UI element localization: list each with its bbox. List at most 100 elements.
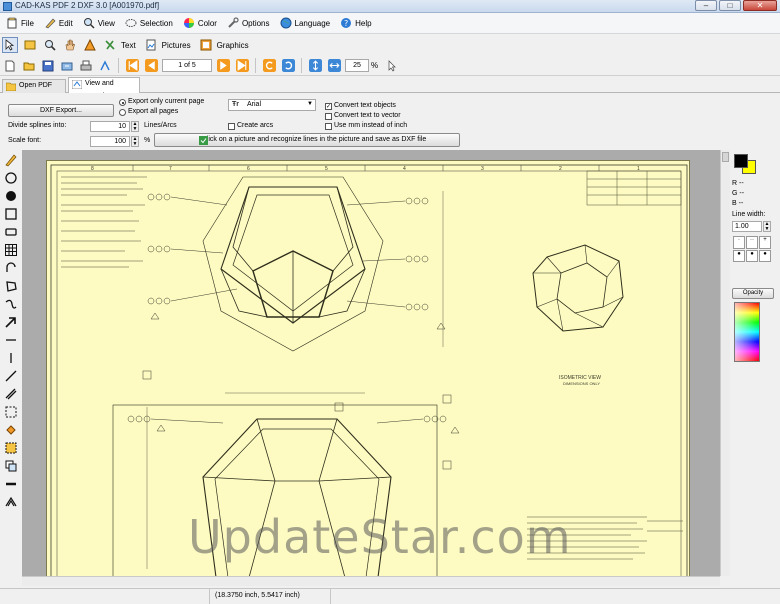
export-all-pages-radio[interactable] xyxy=(119,109,126,116)
thick-line-tool[interactable] xyxy=(3,476,19,492)
new-button[interactable] xyxy=(2,58,18,74)
pattern-icon xyxy=(5,442,17,454)
line-width-input[interactable]: 1.00 xyxy=(732,221,762,232)
recognize-lines-button[interactable]: Click on a picture and recognize lines i… xyxy=(154,133,460,147)
pencil-tool[interactable] xyxy=(3,152,19,168)
polygon-tool[interactable] xyxy=(3,278,19,294)
curve-tool[interactable] xyxy=(3,296,19,312)
font-select[interactable]: Ŧr Arial ▼ xyxy=(228,99,316,111)
line-style-option[interactable]: + xyxy=(759,236,771,249)
divide-splines-label: Divide splines into: xyxy=(8,122,67,129)
opacity-button[interactable]: Opacity xyxy=(732,288,774,299)
divide-splines-input[interactable]: 10 xyxy=(90,121,130,132)
arrow-tool[interactable] xyxy=(3,314,19,330)
first-page-button[interactable] xyxy=(124,58,140,74)
scale-font-stepper[interactable]: ▲ ▼ xyxy=(131,136,139,147)
divide-splines-stepper[interactable]: ▲ ▼ xyxy=(131,121,139,132)
app-icon xyxy=(3,2,12,11)
scroll-thumb[interactable] xyxy=(722,152,729,162)
select-tool-button[interactable] xyxy=(2,37,18,53)
menu-color[interactable]: Color xyxy=(181,15,219,31)
recognize-lines-label: Click on a picture and recognize lines i… xyxy=(201,136,427,143)
text-tool-label[interactable]: Text xyxy=(121,41,136,50)
fill-tool[interactable] xyxy=(3,422,19,438)
line-width-stepper[interactable]: ▲ ▼ xyxy=(763,221,771,232)
convert-text-objects-checkbox[interactable]: ✓ xyxy=(325,103,332,110)
horizontal-line-tool[interactable] xyxy=(3,332,19,348)
next-page-button[interactable] xyxy=(215,58,231,74)
side-view-frame xyxy=(112,404,438,576)
arc-tool[interactable] xyxy=(3,260,19,276)
vertical-scrollbar[interactable] xyxy=(720,150,730,576)
diagonal-line-tool[interactable] xyxy=(3,368,19,384)
previous-page-button[interactable] xyxy=(143,58,159,74)
rotate-left-button[interactable] xyxy=(261,58,277,74)
menu-help[interactable]: ? Help xyxy=(338,15,373,31)
warning-tool-button[interactable] xyxy=(82,37,98,53)
line-style-option[interactable]: ·· xyxy=(746,236,758,249)
filled-circle-tool[interactable] xyxy=(3,188,19,204)
circle-tool[interactable] xyxy=(3,170,19,186)
balloon-callouts xyxy=(127,193,447,423)
tab-view-and-export[interactable]: View and export xyxy=(68,77,140,99)
page-indicator[interactable]: 1 of 5 xyxy=(162,59,212,72)
menu-selection[interactable]: Selection xyxy=(123,15,175,31)
menu-file[interactable]: File xyxy=(4,15,36,31)
rectangle-tool[interactable] xyxy=(3,206,19,222)
scale-font-input[interactable]: 100 xyxy=(90,136,130,147)
use-mm-checkbox[interactable] xyxy=(325,123,332,130)
maximize-button[interactable]: □ xyxy=(719,0,741,11)
fit-width-button[interactable] xyxy=(326,58,342,74)
pan-tool-button[interactable] xyxy=(62,37,78,53)
text-tool-button[interactable] xyxy=(102,37,118,53)
table-tool[interactable] xyxy=(3,242,19,258)
line-style-option[interactable]: ● xyxy=(746,249,758,262)
open-button[interactable] xyxy=(21,58,37,74)
dxf-export-button[interactable]: DXF Export... xyxy=(8,104,114,117)
double-line-tool[interactable] xyxy=(3,386,19,402)
horizontal-scrollbar[interactable] xyxy=(22,576,720,586)
scanner-icon xyxy=(100,59,110,70)
copy-tool[interactable] xyxy=(3,458,19,474)
menu-options[interactable]: Options xyxy=(225,15,272,31)
convert-text-to-vector-checkbox[interactable] xyxy=(325,113,332,120)
graphics-tool-label[interactable]: Graphics xyxy=(217,41,249,50)
triangle-icon xyxy=(84,39,96,51)
rectangle-select-button[interactable] xyxy=(22,37,38,53)
vertical-line-tool[interactable] xyxy=(3,350,19,366)
rounded-rectangle-tool[interactable] xyxy=(3,224,19,240)
tab-open-pdf[interactable]: Open PDF file xyxy=(2,79,66,101)
menu-view[interactable]: View xyxy=(81,15,117,31)
pictures-tool-label[interactable]: Pictures xyxy=(162,41,191,50)
menu-language[interactable]: Language xyxy=(278,15,333,31)
create-arcs-checkbox[interactable] xyxy=(228,123,235,130)
export-button[interactable] xyxy=(59,58,75,74)
first-page-icon xyxy=(125,59,139,72)
rotate-right-button[interactable] xyxy=(280,58,296,74)
pictures-tool-button[interactable] xyxy=(143,37,159,53)
fit-page-button[interactable] xyxy=(307,58,323,74)
pattern-tool[interactable] xyxy=(3,440,19,456)
mountain-tool[interactable] xyxy=(3,494,19,510)
close-button[interactable]: ✕ xyxy=(743,0,777,11)
minimize-button[interactable]: – xyxy=(695,0,717,11)
export-current-page-radio[interactable] xyxy=(119,99,126,106)
export-options-panel: DXF Export... Export only current page E… xyxy=(0,93,780,148)
document-canvas[interactable]: 8 7 6 5 4 3 2 1 ISOMETRIC VIEW DIMENSION… xyxy=(22,150,720,576)
pick-button[interactable] xyxy=(384,58,400,74)
color-spectrum-picker[interactable] xyxy=(734,302,760,362)
graphics-tool-button[interactable] xyxy=(198,37,214,53)
line-style-option[interactable]: ● xyxy=(733,249,745,262)
zoom-tool-button[interactable] xyxy=(42,37,58,53)
line-style-option[interactable]: ● xyxy=(759,249,771,262)
print-button[interactable] xyxy=(78,58,94,74)
zoom-input[interactable]: 25 xyxy=(345,59,369,72)
scan-button[interactable] xyxy=(97,58,113,74)
menu-edit-label: Edit xyxy=(58,18,73,28)
last-page-button[interactable] xyxy=(234,58,250,74)
select-area-tool[interactable] xyxy=(3,404,19,420)
menu-edit[interactable]: Edit xyxy=(42,15,75,31)
save-button[interactable] xyxy=(40,58,56,74)
window-controls: – □ ✕ xyxy=(695,0,777,12)
line-style-option[interactable]: · xyxy=(733,236,745,249)
